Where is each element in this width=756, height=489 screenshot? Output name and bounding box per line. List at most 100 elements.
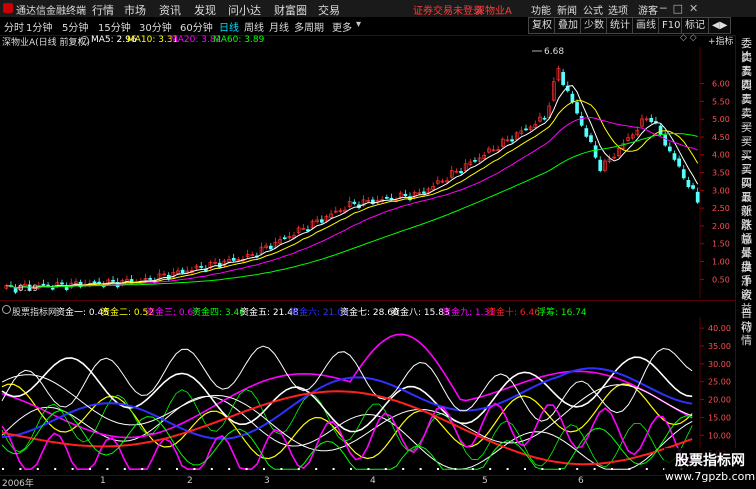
stock-name-title[interactable]: 深物业A <box>475 2 512 17</box>
low-price-label: 0.19 <box>18 284 38 294</box>
indicator-dot <box>245 468 248 470</box>
indicator-line <box>1 345 693 422</box>
login-status[interactable]: 证券交易未登录 <box>413 2 483 17</box>
more-dropdown-icon[interactable]: ▾ <box>354 18 363 31</box>
indicator-dot <box>141 468 144 470</box>
date-label-may: 5 <box>482 476 488 486</box>
candle-body <box>46 284 50 287</box>
overlay-button[interactable]: 叠加 <box>554 17 582 34</box>
menu-ask[interactable]: 问小达 <box>228 2 261 18</box>
tab-weekly[interactable]: 周线 <box>242 18 266 35</box>
ma60-label: MA60: 3.89 <box>213 35 265 45</box>
tab-5min[interactable]: 5分钟 <box>60 18 90 35</box>
price-axis: 6.00 5.50 5.00 4.50 4.00 3.50 3.00 2.50 2.00 1.50… <box>699 47 730 298</box>
draw-line-button[interactable]: 画线 <box>632 17 660 34</box>
candle-body <box>319 219 324 223</box>
add-indicator-button[interactable]: +指标 <box>708 34 734 47</box>
menu-wealth[interactable]: 财富圈 <box>274 2 307 18</box>
maximize-icon[interactable]: □ <box>673 2 689 15</box>
indicator-tick-label: 40.00 <box>708 324 731 333</box>
tab-more[interactable]: 更多 <box>330 18 354 35</box>
date-label-jan: 1 <box>100 476 106 486</box>
menu-guest[interactable]: 游客 <box>638 2 658 17</box>
menu-discover[interactable]: 发现 <box>194 2 216 18</box>
indicator-dot <box>350 468 352 470</box>
tab-multi-period[interactable]: 多周期 <box>292 18 326 35</box>
candle-body <box>384 196 389 199</box>
candle-body <box>667 146 672 152</box>
indicator-chart[interactable]: 40.0035.0030.0025.0020.0015.0010.005.00 <box>0 317 735 475</box>
settings-gear-icon[interactable] <box>80 36 89 45</box>
candle-body <box>524 128 528 131</box>
candle-body <box>598 159 603 171</box>
price-tick-label: 4.00 <box>712 151 730 160</box>
candle-body <box>663 134 668 146</box>
price-tick-label: 1.50 <box>712 240 730 249</box>
candle-body <box>473 160 477 162</box>
app-name: 通达信金融终端 <box>16 6 86 17</box>
minimize-icon[interactable]: ─ <box>660 2 673 15</box>
indicator-dot <box>524 468 526 470</box>
nav-arrows-icon[interactable]: ◀▶ <box>708 17 732 34</box>
indicator-dot <box>628 468 631 470</box>
indicator-tick-label: 35.00 <box>708 342 731 351</box>
close-icon[interactable]: ✕ <box>689 2 704 15</box>
menu-quotes[interactable]: 行情 <box>92 2 114 18</box>
candle-body <box>403 193 408 197</box>
indicator-line <box>1 374 693 452</box>
candle-body <box>180 269 185 274</box>
tab-monthly[interactable]: 月线 <box>267 18 291 35</box>
indicator-dot <box>210 468 213 470</box>
tab-timeshare[interactable]: 分时 <box>2 18 26 35</box>
panel-item-quotes[interactable]: 行情 <box>736 321 756 347</box>
candle-body <box>231 257 236 261</box>
ma20-line <box>6 116 698 289</box>
chart-options-icon[interactable]: ◇ ◇ <box>680 33 697 43</box>
adjust-button[interactable]: 复权 <box>528 17 556 34</box>
tab-30min[interactable]: 30分钟 <box>137 18 174 35</box>
candle-body <box>579 116 584 126</box>
menu-news[interactable]: 资讯 <box>159 2 181 18</box>
candle-body <box>575 102 579 114</box>
price-tick-label: 4.50 <box>712 133 730 142</box>
tab-15min[interactable]: 15分钟 <box>96 18 133 35</box>
date-label-apr: 4 <box>370 476 376 486</box>
tab-daily[interactable]: 日线 <box>217 18 241 35</box>
menu-options[interactable]: 选项 <box>608 2 628 17</box>
tab-1min[interactable]: 1分钟 <box>24 18 54 35</box>
candle-body <box>268 245 273 250</box>
candle-body <box>658 125 663 135</box>
date-label-jun: 6 <box>578 476 584 486</box>
candle-body <box>389 197 394 200</box>
candle-body <box>352 201 357 204</box>
indicator-dot <box>541 468 544 470</box>
indicator-dot <box>36 468 39 470</box>
menu-trade[interactable]: 交易 <box>318 2 340 18</box>
candle-body <box>584 128 589 137</box>
candle-body <box>542 117 547 120</box>
indicator-dot <box>332 468 335 470</box>
mark-button[interactable]: 标记 <box>681 17 709 34</box>
menu-function[interactable]: 功能 <box>531 2 551 17</box>
indicator-tick-label: 30.00 <box>708 360 731 369</box>
indicator-dot <box>19 468 22 470</box>
indicator-dot <box>454 468 457 470</box>
indicator-tick-label: 15.00 <box>708 413 731 422</box>
menu-newsfeed[interactable]: 新闻 <box>557 2 577 17</box>
candle-body <box>282 237 287 240</box>
indicator-line <box>1 409 693 470</box>
tab-60min[interactable]: 60分钟 <box>178 18 215 35</box>
candle-body <box>510 139 514 142</box>
indicator-settings-icon[interactable] <box>2 305 11 314</box>
indicator-dot <box>176 468 178 470</box>
candle-body <box>589 135 593 143</box>
indicator-dot <box>158 468 161 470</box>
indicator-infobar: 股票指标网 资金一: 0.45 资金二: 0.52 资金三: 0.67 资金四:… <box>0 305 735 318</box>
candlestick-chart[interactable]: 6.00 5.50 5.00 4.50 4.00 3.50 3.00 2.50 2.00 1.50… <box>0 47 735 298</box>
menu-formula[interactable]: 公式 <box>583 2 603 17</box>
minority-button[interactable]: 少数 <box>580 17 608 34</box>
stats-button[interactable]: 统计 <box>606 17 634 34</box>
menu-market[interactable]: 市场 <box>124 2 146 18</box>
watermark-title: 股票指标网 <box>675 453 745 469</box>
candle-body <box>50 287 55 290</box>
